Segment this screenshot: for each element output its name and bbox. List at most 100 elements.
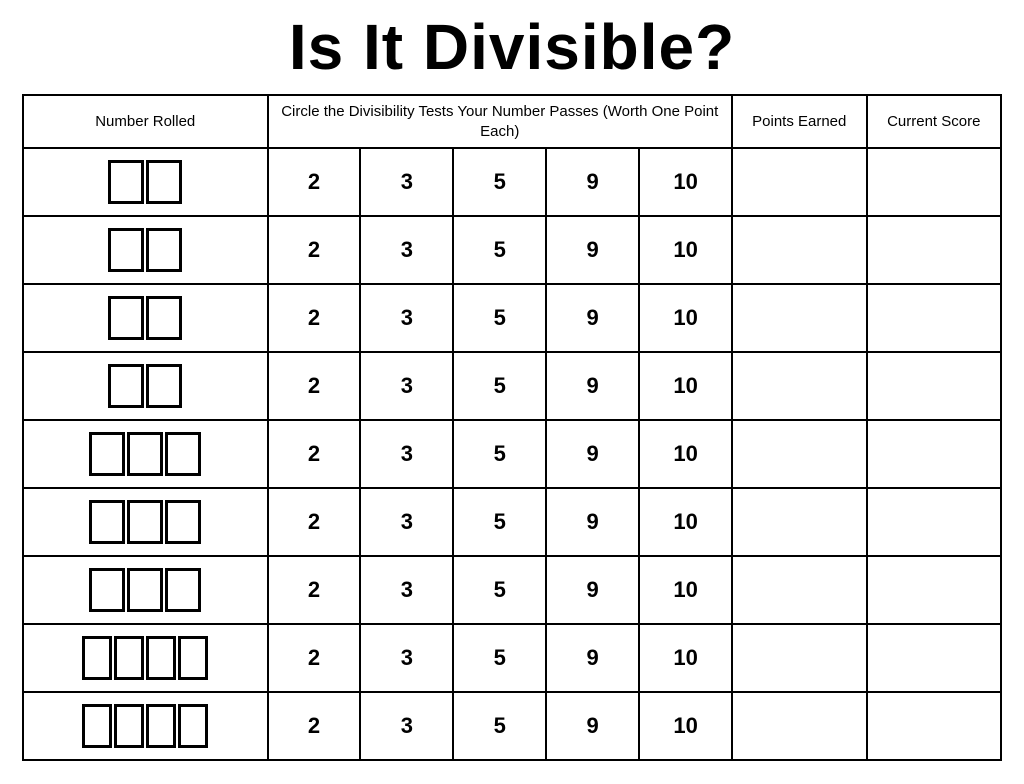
- divisor-3-cell: 3: [360, 692, 453, 760]
- dice-box: [127, 432, 163, 476]
- points-earned-cell: [732, 556, 866, 624]
- current-score-cell: [867, 556, 1002, 624]
- divisor-10-cell: 10: [639, 488, 732, 556]
- header-tests: Circle the Divisibility Tests Your Numbe…: [268, 95, 733, 148]
- number-rolled-cell: [23, 488, 268, 556]
- number-rolled-cell: [23, 692, 268, 760]
- divisor-3-cell: 3: [360, 556, 453, 624]
- table-row: 235910: [23, 216, 1001, 284]
- points-earned-cell: [732, 284, 866, 352]
- dice-box: [146, 160, 182, 204]
- divisor-9-cell: 9: [546, 284, 639, 352]
- dice-box: [178, 704, 208, 748]
- divisor-10-cell: 10: [639, 352, 732, 420]
- header-current-score: Current Score: [867, 95, 1002, 148]
- current-score-cell: [867, 216, 1002, 284]
- divisor-9-cell: 9: [546, 216, 639, 284]
- dice-box: [146, 296, 182, 340]
- points-earned-cell: [732, 420, 866, 488]
- divisor-10-cell: 10: [639, 216, 732, 284]
- dice-box: [82, 704, 112, 748]
- table-row: 235910: [23, 284, 1001, 352]
- divisor-5-cell: 5: [453, 420, 546, 488]
- divisor-2-cell: 2: [268, 488, 361, 556]
- divisor-2-cell: 2: [268, 148, 361, 216]
- divisor-9-cell: 9: [546, 148, 639, 216]
- header-number-rolled: Number Rolled: [23, 95, 268, 148]
- divisor-2-cell: 2: [268, 420, 361, 488]
- table-row: 235910: [23, 488, 1001, 556]
- divisor-10-cell: 10: [639, 556, 732, 624]
- number-rolled-cell: [23, 216, 268, 284]
- main-table: Number Rolled Circle the Divisibility Te…: [22, 94, 1002, 761]
- divisor-3-cell: 3: [360, 624, 453, 692]
- divisor-9-cell: 9: [546, 692, 639, 760]
- dice-box: [146, 364, 182, 408]
- divisor-5-cell: 5: [453, 284, 546, 352]
- number-rolled-cell: [23, 352, 268, 420]
- dice-box: [165, 432, 201, 476]
- current-score-cell: [867, 284, 1002, 352]
- points-earned-cell: [732, 488, 866, 556]
- points-earned-cell: [732, 148, 866, 216]
- dice-box: [89, 568, 125, 612]
- current-score-cell: [867, 352, 1002, 420]
- divisor-9-cell: 9: [546, 624, 639, 692]
- divisor-5-cell: 5: [453, 692, 546, 760]
- table-row: 235910: [23, 148, 1001, 216]
- table-row: 235910: [23, 624, 1001, 692]
- header-points-earned: Points Earned: [732, 95, 866, 148]
- number-rolled-cell: [23, 148, 268, 216]
- divisor-5-cell: 5: [453, 352, 546, 420]
- divisor-5-cell: 5: [453, 624, 546, 692]
- divisor-3-cell: 3: [360, 148, 453, 216]
- divisor-10-cell: 10: [639, 624, 732, 692]
- divisor-3-cell: 3: [360, 284, 453, 352]
- page-title: Is It Divisible?: [289, 10, 735, 84]
- number-rolled-cell: [23, 284, 268, 352]
- dice-box: [165, 568, 201, 612]
- dice-box: [114, 636, 144, 680]
- divisor-9-cell: 9: [546, 352, 639, 420]
- points-earned-cell: [732, 692, 866, 760]
- dice-box: [146, 636, 176, 680]
- table-row: 235910: [23, 556, 1001, 624]
- points-earned-cell: [732, 624, 866, 692]
- points-earned-cell: [732, 352, 866, 420]
- dice-box: [82, 636, 112, 680]
- dice-box: [89, 432, 125, 476]
- dice-box: [108, 228, 144, 272]
- points-earned-cell: [732, 216, 866, 284]
- dice-box: [108, 296, 144, 340]
- divisor-3-cell: 3: [360, 352, 453, 420]
- divisor-9-cell: 9: [546, 488, 639, 556]
- dice-box: [89, 500, 125, 544]
- divisor-5-cell: 5: [453, 148, 546, 216]
- divisor-10-cell: 10: [639, 148, 732, 216]
- dice-box: [127, 500, 163, 544]
- divisor-9-cell: 9: [546, 556, 639, 624]
- current-score-cell: [867, 420, 1002, 488]
- number-rolled-cell: [23, 420, 268, 488]
- divisor-5-cell: 5: [453, 216, 546, 284]
- divisor-5-cell: 5: [453, 556, 546, 624]
- divisor-2-cell: 2: [268, 624, 361, 692]
- current-score-cell: [867, 148, 1002, 216]
- number-rolled-cell: [23, 624, 268, 692]
- divisor-2-cell: 2: [268, 692, 361, 760]
- divisor-10-cell: 10: [639, 420, 732, 488]
- divisor-3-cell: 3: [360, 488, 453, 556]
- table-row: 235910: [23, 692, 1001, 760]
- divisor-2-cell: 2: [268, 352, 361, 420]
- divisor-2-cell: 2: [268, 556, 361, 624]
- dice-box: [108, 160, 144, 204]
- divisor-10-cell: 10: [639, 692, 732, 760]
- divisor-3-cell: 3: [360, 216, 453, 284]
- dice-box: [114, 704, 144, 748]
- dice-box: [108, 364, 144, 408]
- divisor-3-cell: 3: [360, 420, 453, 488]
- dice-box: [178, 636, 208, 680]
- current-score-cell: [867, 692, 1002, 760]
- dice-box: [146, 228, 182, 272]
- divisor-10-cell: 10: [639, 284, 732, 352]
